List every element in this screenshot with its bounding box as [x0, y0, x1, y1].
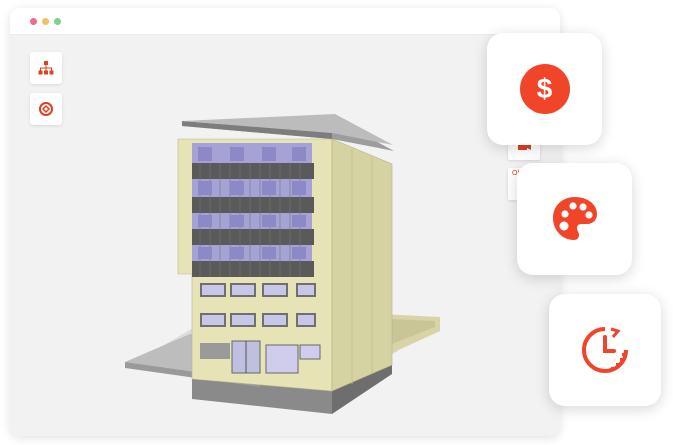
hierarchy-button[interactable] [30, 52, 62, 84]
cost-card[interactable]: $ [487, 33, 602, 145]
hierarchy-icon [38, 61, 54, 75]
schedule-card[interactable] [549, 294, 661, 406]
title-bar [10, 8, 560, 35]
section-box-icon [39, 102, 53, 116]
palette-icon [552, 197, 597, 240]
building-model[interactable] [120, 69, 450, 414]
dollar-symbol: $ [536, 73, 553, 104]
model-viewport[interactable] [10, 35, 560, 436]
app-window [10, 8, 560, 436]
clock-history-icon [582, 327, 628, 373]
maximize-dot[interactable] [54, 18, 61, 25]
minimize-dot[interactable] [42, 18, 49, 25]
dollar-icon: $ [519, 64, 570, 114]
section-box-button[interactable] [30, 93, 62, 125]
appearance-card[interactable] [517, 163, 632, 275]
close-dot[interactable] [30, 18, 37, 25]
